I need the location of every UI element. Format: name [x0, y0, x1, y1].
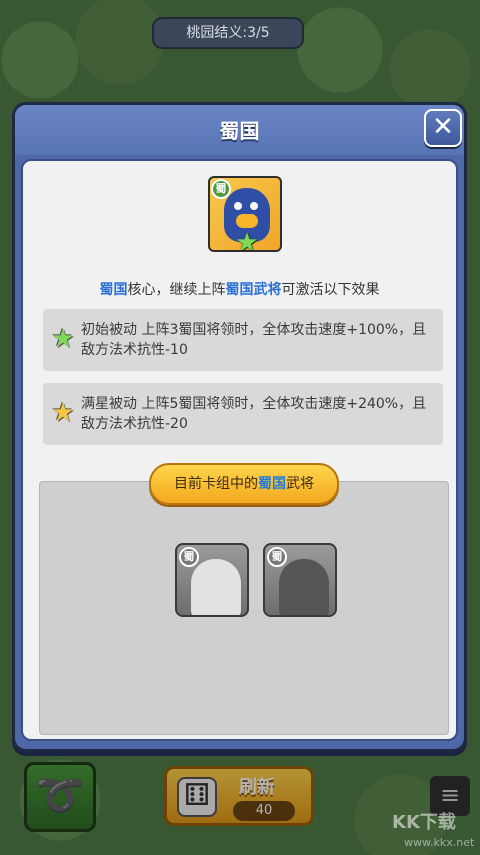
star-icon: ★: [235, 228, 259, 252]
hero-eye-left: [234, 202, 242, 210]
description-text-b: 可激活以下效果: [281, 282, 380, 298]
general-card[interactable]: 蜀: [175, 543, 249, 617]
modal-body: 蜀 ★ 蜀国核心，继续上阵蜀国武将可激活以下效果 ★ 初始被动 上阵3蜀国将领时…: [21, 159, 458, 741]
kingdom-description: 蜀国核心，继续上阵蜀国武将可激活以下效果: [23, 279, 456, 299]
effect-text: 初始被动 上阵3蜀国将领时，全体攻击速度+100%，且敌方法术抗性-10: [81, 322, 427, 358]
hero-eye-right: [250, 202, 258, 210]
kingdom-tag: 蜀: [179, 547, 199, 567]
modal-title: 蜀国: [219, 119, 260, 143]
general-portrait: [191, 559, 241, 615]
kingdom-tag: 蜀: [267, 547, 287, 567]
hero-beak: [236, 214, 258, 228]
general-portrait: [279, 559, 329, 615]
general-card[interactable]: 蜀: [263, 543, 337, 617]
deck-banner-text-a: 目前卡组中的: [174, 476, 258, 492]
modal-header: 蜀国 ✕: [15, 105, 464, 155]
kingdom-hero-icon: 蜀 ★: [208, 176, 282, 252]
close-button[interactable]: ✕: [424, 109, 462, 147]
bond-progress-badge: 桃园结义:3/5: [152, 17, 304, 49]
dice-icon: ⚅: [177, 777, 217, 817]
deck-banner-text-b: 武将: [286, 476, 314, 492]
effect-initial: ★ 初始被动 上阵3蜀国将领时，全体攻击速度+100%，且敌方法术抗性-10: [43, 309, 443, 371]
gold-star-icon: ★: [51, 398, 75, 428]
refresh-label: 刷新: [239, 777, 275, 798]
deck-banner-kingdom: 蜀国: [258, 476, 286, 492]
rope-icon: ➰: [35, 773, 85, 819]
refresh-cost: 40: [233, 801, 295, 821]
green-star-icon: ★: [51, 324, 75, 354]
watermark-url: www.kkx.net: [404, 836, 475, 849]
kingdom-tag: 蜀: [211, 179, 231, 199]
deck-banner: 目前卡组中的蜀国武将: [149, 463, 339, 505]
effect-text: 满星被动 上阵5蜀国将领时，全体攻击速度+240%，且敌方法术抗性-20: [81, 396, 427, 432]
rope-button[interactable]: ➰: [24, 762, 96, 832]
description-generals: 蜀国武将: [225, 282, 282, 298]
kingdom-modal: 蜀国 ✕ 蜀 ★ 蜀国核心，继续上阵蜀国武将可激活以下效果 ★ 初始被动 上阵3…: [12, 102, 467, 752]
description-kingdom: 蜀国: [99, 282, 128, 298]
watermark-text: KK下载: [392, 812, 456, 833]
description-text-a: 核心，继续上阵: [127, 282, 226, 298]
effect-fullstar: ★ 满星被动 上阵5蜀国将领时，全体攻击速度+240%，且敌方法术抗性-20: [43, 383, 443, 445]
refresh-button[interactable]: ⚅ 刷新 40: [164, 766, 314, 826]
